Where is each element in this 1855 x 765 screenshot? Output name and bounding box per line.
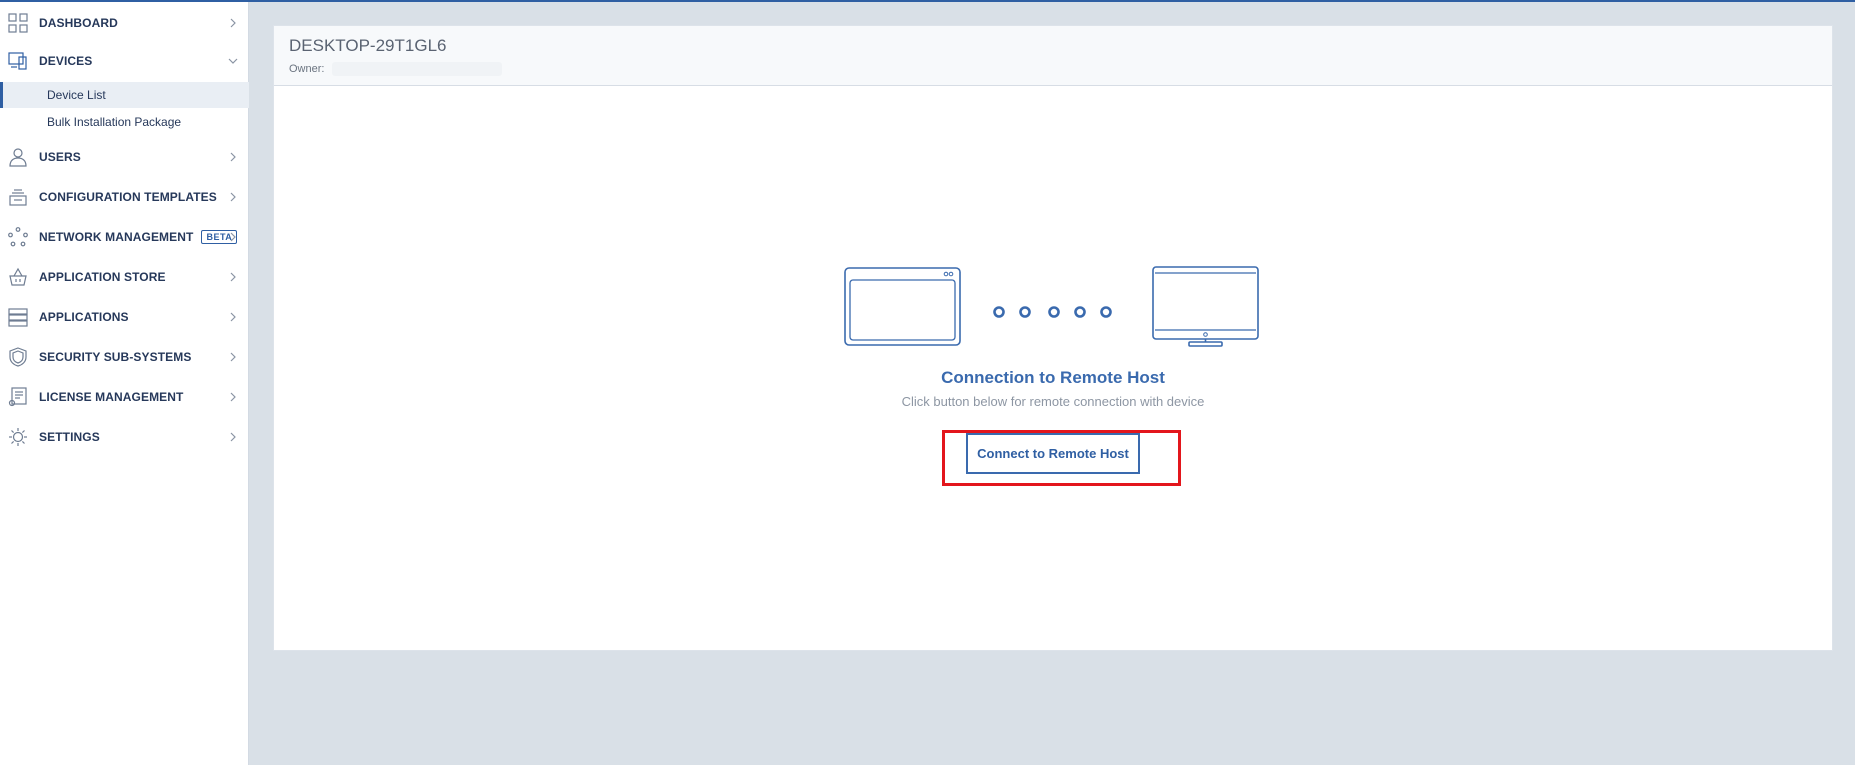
tablet-icon — [844, 267, 961, 346]
sidebar-subitem-label: Device List — [47, 88, 106, 102]
sidebar-item-users[interactable]: USERS — [0, 139, 249, 175]
connection-title: Connection to Remote Host — [941, 368, 1165, 387]
chevron-right-icon — [228, 272, 238, 282]
network-icon — [8, 227, 28, 247]
device-header: DESKTOP-29T1GL6 Owner: — [274, 26, 1832, 86]
chevron-right-icon — [228, 312, 238, 322]
certificate-icon — [8, 387, 28, 407]
device-detail-panel: DESKTOP-29T1GL6 Owner: Connection to Rem… — [273, 25, 1833, 651]
connect-to-remote-host-button[interactable]: Connect to Remote Host — [966, 433, 1140, 474]
top-accent-bar — [0, 0, 1855, 2]
connection-dots-icon — [993, 306, 1112, 318]
remote-connection-illustration — [844, 266, 1264, 348]
owner-label: Owner: — [289, 63, 325, 75]
sidebar: DASHBOARD DEVICES Device List Bulk Insta… — [0, 2, 249, 765]
chevron-right-icon — [228, 152, 238, 162]
shield-icon — [8, 347, 28, 367]
sidebar-item-label: SETTINGS — [39, 430, 100, 444]
sidebar-item-devices[interactable]: DEVICES — [0, 43, 249, 79]
sidebar-item-label: APPLICATION STORE — [39, 270, 166, 284]
sidebar-item-network-management[interactable]: NETWORK MANAGEMENT BETA — [0, 219, 249, 255]
chevron-right-icon — [228, 192, 238, 202]
devices-icon — [8, 51, 28, 71]
sidebar-item-license-management[interactable]: LICENSE MANAGEMENT — [0, 379, 249, 415]
user-icon — [8, 147, 28, 167]
chevron-down-icon — [228, 56, 238, 66]
gear-icon — [8, 427, 28, 447]
sidebar-item-label-text: NETWORK MANAGEMENT — [39, 230, 194, 244]
sidebar-item-label: DASHBOARD — [39, 16, 118, 30]
sidebar-subitem-bulk-installation-package[interactable]: Bulk Installation Package — [0, 109, 249, 135]
sidebar-item-configuration-templates[interactable]: CONFIGURATION TEMPLATES — [0, 179, 249, 215]
connection-subtitle: Click button below for remote connection… — [901, 394, 1205, 409]
chevron-right-icon — [228, 18, 238, 28]
chevron-right-icon — [228, 232, 238, 242]
chevron-right-icon — [228, 392, 238, 402]
chevron-right-icon — [228, 432, 238, 442]
sidebar-item-security-sub-systems[interactable]: SECURITY SUB-SYSTEMS — [0, 339, 249, 375]
sidebar-item-label: DEVICES — [39, 54, 93, 68]
sidebar-item-label: USERS — [39, 150, 81, 164]
sidebar-subitem-label: Bulk Installation Package — [47, 115, 182, 129]
layers-icon — [8, 187, 28, 207]
basket-icon — [8, 267, 28, 287]
sidebar-item-application-store[interactable]: APPLICATION STORE — [0, 259, 249, 295]
sidebar-item-applications[interactable]: APPLICATIONS — [0, 299, 249, 335]
sidebar-item-label: LICENSE MANAGEMENT — [39, 390, 184, 404]
sidebar-item-label: CONFIGURATION TEMPLATES — [39, 190, 217, 204]
grid-icon — [8, 13, 28, 33]
sidebar-item-label: NETWORK MANAGEMENT BETA — [39, 230, 238, 244]
monitor-icon — [1152, 266, 1259, 347]
server-icon — [8, 307, 28, 327]
sidebar-subitem-device-list[interactable]: Device List — [0, 82, 249, 108]
sidebar-item-label: APPLICATIONS — [39, 310, 129, 324]
device-title: DESKTOP-29T1GL6 — [289, 36, 447, 55]
chevron-right-icon — [228, 352, 238, 362]
sidebar-item-label: SECURITY SUB-SYSTEMS — [39, 350, 192, 364]
sidebar-item-settings[interactable]: SETTINGS — [0, 419, 249, 455]
sidebar-item-dashboard[interactable]: DASHBOARD — [0, 5, 249, 41]
owner-value-redacted — [332, 62, 502, 76]
